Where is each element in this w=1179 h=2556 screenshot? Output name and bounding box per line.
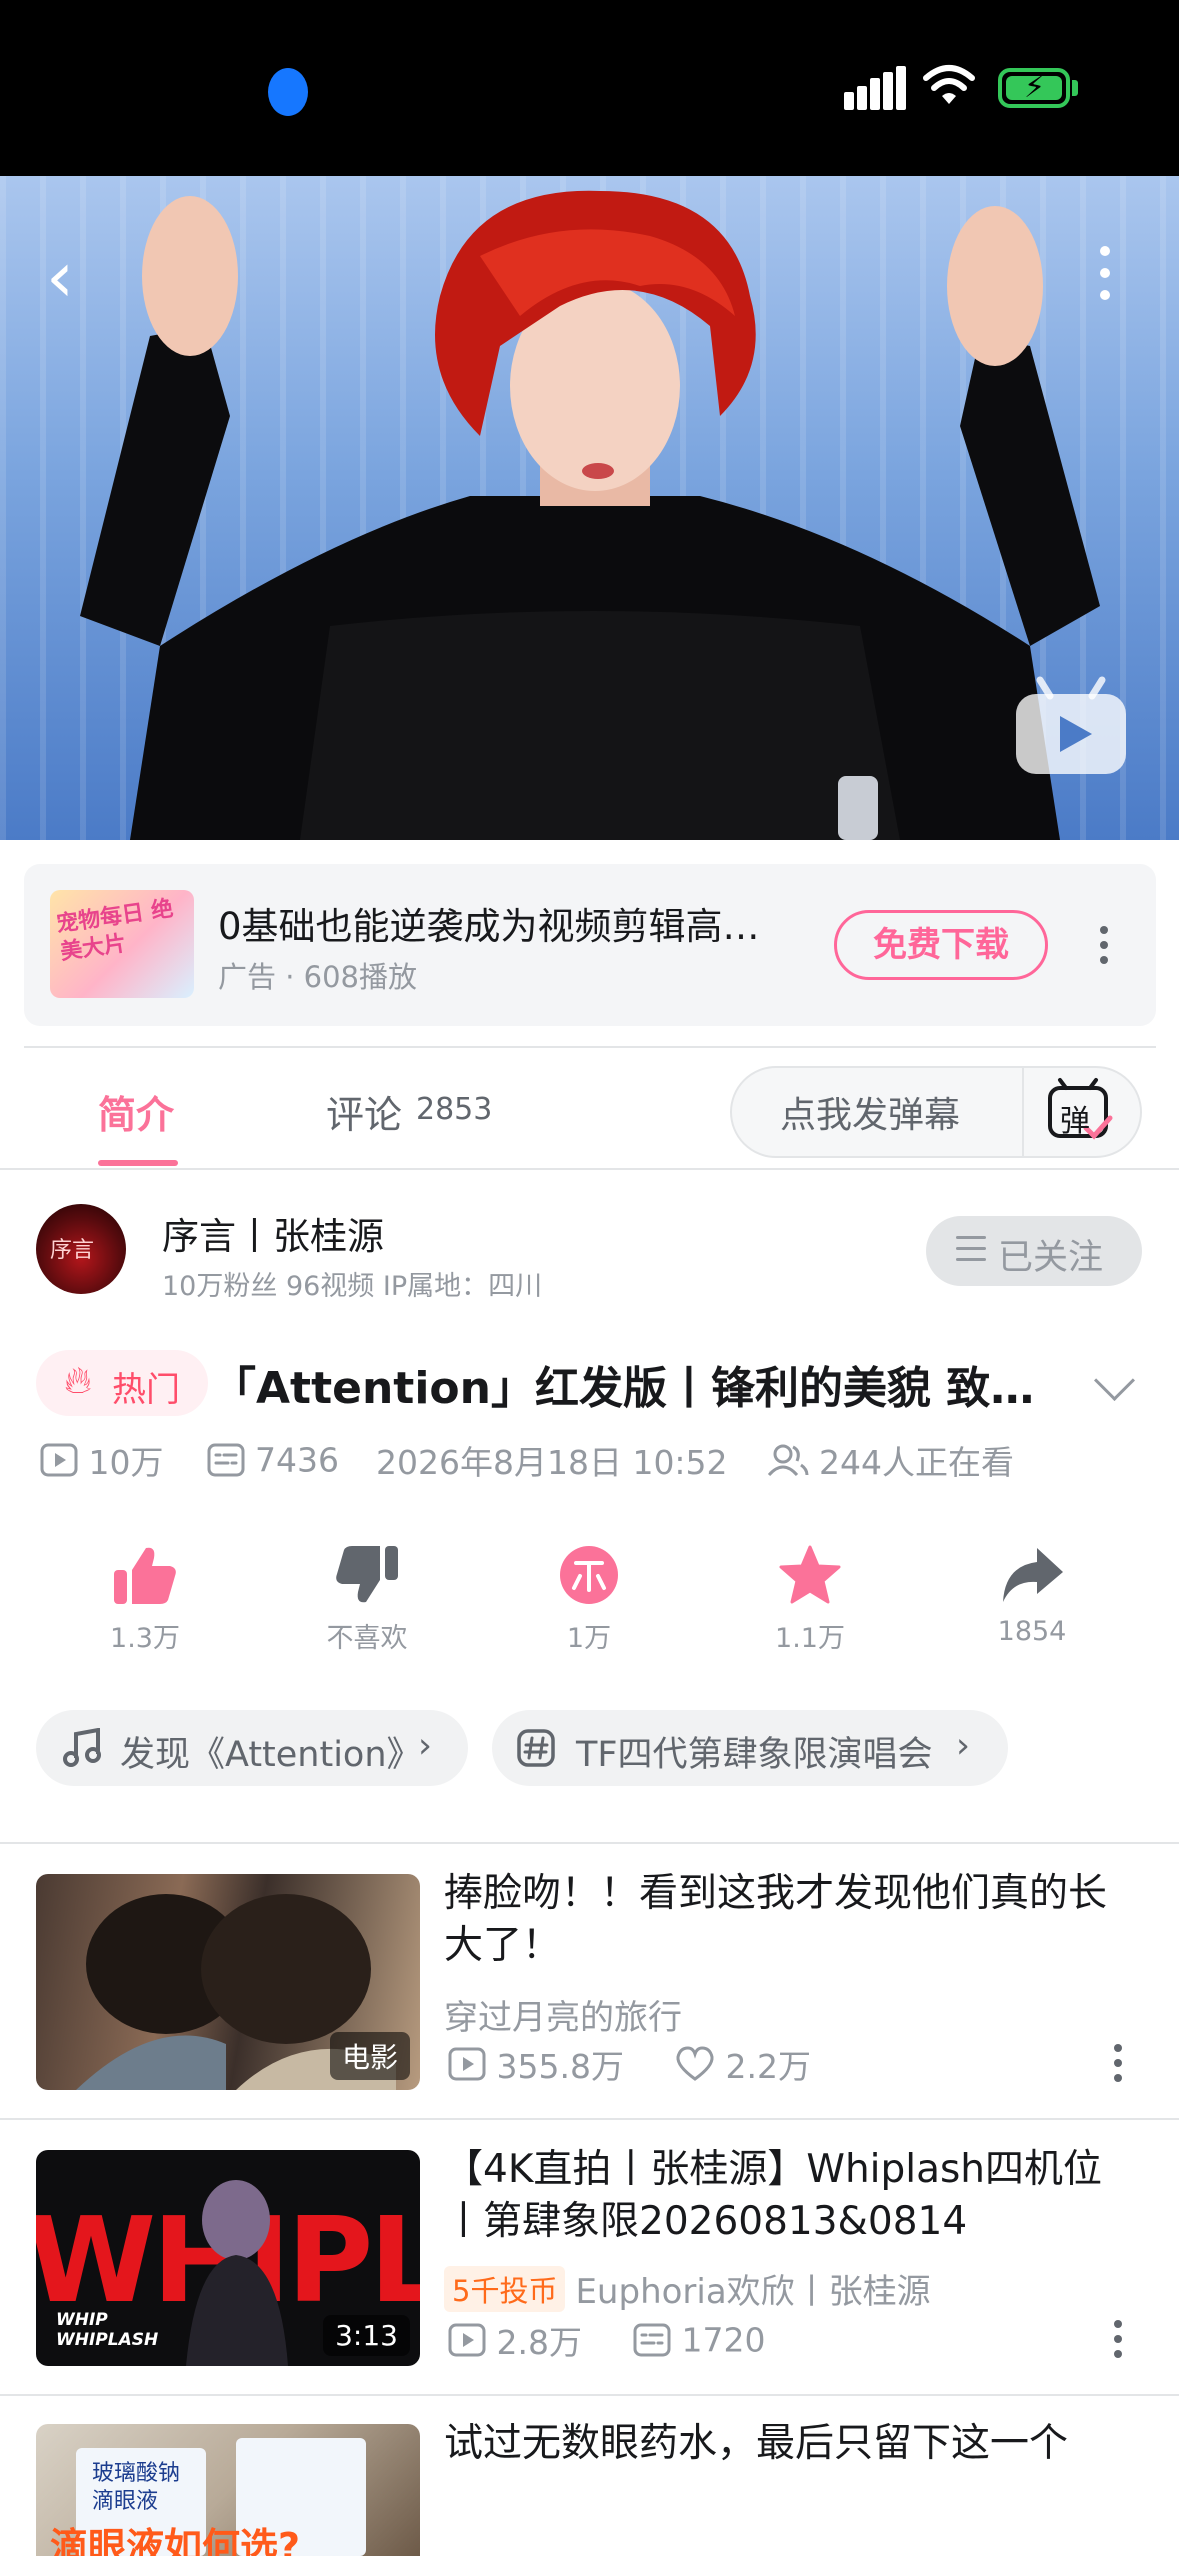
dislike-button[interactable]: 不喜欢 [292,1544,442,1655]
menu-lines-icon [956,1236,986,1264]
camera-indicator-icon [268,68,308,116]
star-icon [779,1545,841,1604]
divider [1022,1066,1024,1158]
chevron-right-icon: › [956,1726,970,1766]
like-count: 1.3万 [110,1623,180,1654]
favorite-count: 1.1万 [775,1623,845,1654]
view-count: 10万 [88,1443,164,1482]
dislike-label: 不喜欢 [326,1623,408,1654]
danmaku-count: 7436 [255,1440,339,1480]
tab-intro[interactable]: 简介 [98,1084,174,1139]
uploader-stats: 10万粉丝 96视频 IP属地：四川 [162,1271,543,1302]
divider [0,1168,1179,1170]
feed-author[interactable]: 5千投币 Euphoria欢欣丨张桂源 [444,2264,931,2313]
uploader-name[interactable]: 序言丨张桂源 [162,1206,384,1260]
video-meta: 10万 7436 2026年8月18日 10:52 244人正在看 [40,1436,1014,1486]
feed-title[interactable]: 【4K直拍丨张桂源】Whiplash四机位丨第肆象限20260813&0814 [444,2144,1124,2248]
wifi-icon [923,65,975,104]
divider [0,2118,1179,2120]
ad-thumbnail: 宠物每日 绝美大片 [50,890,194,998]
play-count-icon [448,2323,486,2357]
video-thumbnail[interactable]: 玻璃酸钠 滴眼液 滴眼液如何选? [36,2424,420,2556]
thumbs-down-icon [336,1546,398,1603]
uploader-avatar[interactable]: 序言 [36,1204,126,1294]
thumbnail-badge: 电影 [329,2032,410,2080]
follow-button-label[interactable]: 已关注 [998,1229,1103,1280]
ad-title[interactable]: 0基础也能逆袭成为视频剪辑高… [218,896,760,950]
feed-stats: 2.8万 1720 [448,2316,765,2364]
topic-tag-label[interactable]: TF四代第肆象限演唱会 [576,1726,933,1777]
feed-author[interactable]: 穿过月亮的旅行 [444,1990,682,2039]
hashtag-icon [517,1729,555,1767]
coin-badge: 5千投币 [444,2265,566,2312]
ad-subtitle: 广告 · 608播放 [218,960,418,994]
danmaku-placeholder[interactable]: 点我发弹幕 [780,1086,960,1138]
feed-title[interactable]: 捧脸吻！！看到这我才发现他们真的长大了！ [444,1868,1124,1972]
divider [0,2394,1179,2396]
danmaku-count-icon [207,1443,244,1477]
video-thumbnail[interactable]: 电影 [36,1874,420,2090]
thumbs-up-icon [114,1547,176,1604]
music-note-icon [63,1728,101,1767]
favorite-button[interactable]: 1.1万 [735,1544,885,1655]
like-button[interactable]: 1.3万 [70,1544,220,1655]
more-options-icon[interactable] [1100,246,1112,306]
tab-comments[interactable]: 评论 [326,1084,402,1139]
publish-date: 2026年8月18日 10:52 [375,1443,728,1482]
coin-icon [560,1546,618,1604]
feed-stats: 355.8万 2.2万 [448,2040,811,2088]
comments-count: 2853 [416,1092,493,1127]
battery-cap [1072,80,1078,96]
video-player[interactable]: ‹ [0,176,1179,840]
feed-more-icon[interactable] [1114,2320,1122,2365]
chevron-down-icon[interactable] [1093,1359,1136,1402]
share-count: 1854 [997,1616,1067,1647]
ad-download-button[interactable]: 免费下载 [834,910,1048,980]
coin-count: 1万 [566,1623,612,1654]
duration-badge: 3:13 [323,2315,410,2356]
play-count-icon [40,1443,78,1477]
video-thumbnail[interactable]: WHIPLASH WHIP WHIPLASH 3:13 [36,2150,420,2366]
feed-title[interactable]: 试过无数眼药水，最后只留下这一个 [444,2418,1124,2470]
divider [24,1046,1156,1048]
back-icon[interactable]: ‹ [46,236,74,318]
flame-icon: 🔥︎ [64,1358,92,1402]
danmaku-toggle-icon[interactable]: 弹 [1044,1076,1116,1146]
cellular-signal-icon [844,66,906,110]
share-button[interactable]: 1854 [957,1544,1107,1647]
feed-more-icon[interactable] [1114,2044,1122,2089]
watching-count: 244人正在看 [819,1443,1015,1482]
hot-label: 热门 [112,1370,180,1410]
divider [0,1842,1179,1844]
bilibili-tv-icon[interactable] [1012,676,1130,776]
chevron-right-icon: › [418,1726,432,1766]
music-tag-label[interactable]: 发现《Attention》 [120,1726,422,1777]
viewers-icon [767,1444,809,1477]
ad-more-icon[interactable] [1100,926,1108,971]
danmaku-count-icon [633,2323,671,2357]
share-icon [1003,1548,1063,1602]
heart-icon [676,2046,714,2081]
tab-active-indicator [98,1160,178,1166]
video-title[interactable]: 「Attention」红发版丨锋利的美貌 致… [212,1352,1034,1416]
play-count-icon [448,2047,486,2081]
battery-icon: ⚡ [998,68,1070,108]
video-frame-performer [80,190,1100,840]
coin-button[interactable]: 1万 [514,1544,664,1655]
